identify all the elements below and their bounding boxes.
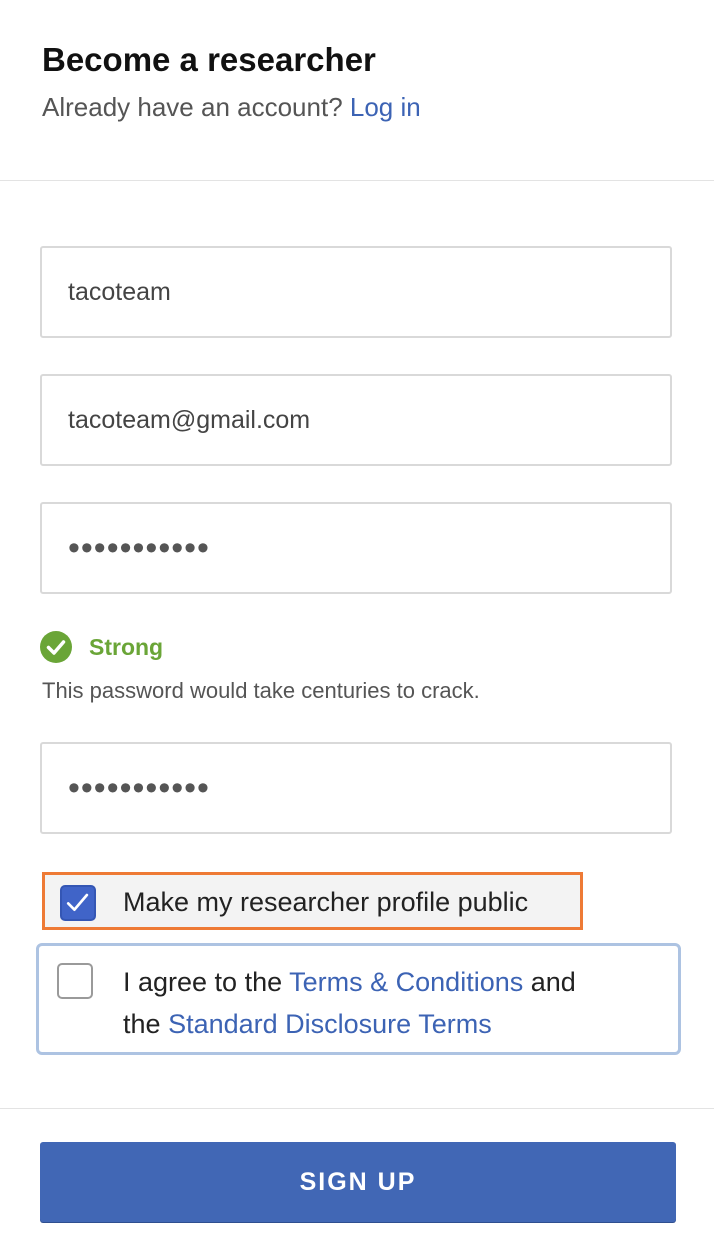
header-divider [0,180,714,181]
password-strength-indicator: Strong [40,630,163,664]
login-prompt: Already have an account? Log in [42,89,421,125]
terms-label: I agree to the Terms & Conditions and th… [123,961,643,1045]
sign-up-button[interactable]: SIGN UP [40,1142,676,1222]
password-field[interactable] [40,502,672,594]
public-profile-label: Make my researcher profile public [123,887,529,917]
checkmark-icon [66,893,89,911]
check-circle-icon [40,631,72,663]
public-profile-checkbox[interactable] [60,885,96,921]
email-field[interactable] [40,374,672,466]
terms-the-word: the [123,1009,161,1039]
password-strength-label: Strong [89,633,164,660]
login-link[interactable]: Log in [350,92,421,122]
login-prompt-text: Already have an account? [42,92,343,122]
terms-agreement-option[interactable]: I agree to the Terms & Conditions and th… [36,943,681,1055]
confirm-password-field[interactable] [40,742,672,834]
username-field[interactable] [40,246,672,338]
terms-prefix: I agree to the [123,967,283,997]
terms-conditions-link[interactable]: Terms & Conditions [289,967,523,997]
page-title: Become a researcher [42,41,376,78]
public-profile-option[interactable]: Make my researcher profile public [42,872,583,930]
password-strength-hint: This password would take centuries to cr… [42,678,480,703]
footer-divider [0,1108,714,1109]
terms-checkbox[interactable] [57,963,93,999]
terms-conjunction: and [530,967,576,997]
disclosure-terms-link[interactable]: Standard Disclosure Terms [168,1009,492,1039]
